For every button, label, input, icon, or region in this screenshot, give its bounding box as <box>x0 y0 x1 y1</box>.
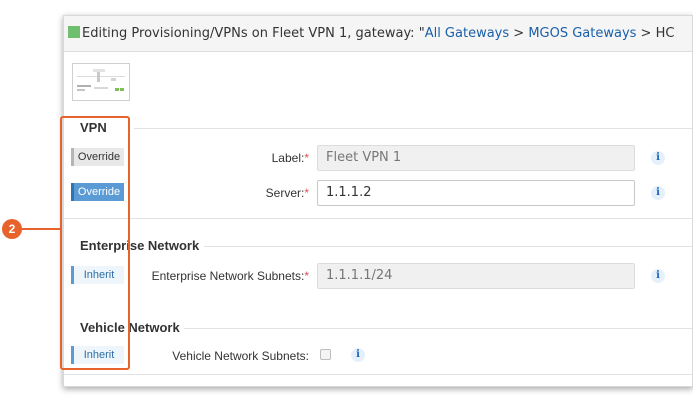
server-input[interactable]: 1.1.1.2 <box>317 180 635 206</box>
breadcrumb-mgos-gateways[interactable]: MGOS Gateways <box>528 26 636 41</box>
enterprise-subnets-label: Enterprise Network Subnets:* <box>124 269 309 283</box>
label-input[interactable]: Fleet VPN 1 <box>317 145 635 171</box>
label-field-label: Label:* <box>214 151 309 165</box>
row-divider <box>64 374 692 375</box>
enterprise-subnets-label-text: Enterprise Network Subnets: <box>151 269 305 283</box>
label-field-label-text: Label: <box>271 151 305 165</box>
vehicle-subnets-label: Vehicle Network Subnets: <box>172 349 309 363</box>
title-prefix: Editing Provisioning/VPNs on Fleet VPN 1… <box>82 26 425 41</box>
required-mark: * <box>304 151 309 165</box>
required-mark: * <box>304 269 309 283</box>
vehicle-subnets-checkbox[interactable] <box>320 349 331 360</box>
title-bar: Editing Provisioning/VPNs on Fleet VPN 1… <box>64 16 692 52</box>
required-mark: * <box>304 186 309 200</box>
status-square-icon <box>68 26 80 38</box>
enterprise-subnets-input[interactable]: 1.1.1.1/24 <box>317 263 635 289</box>
breadcrumb-separator: > <box>509 26 529 41</box>
editor-panel: Editing Provisioning/VPNs on Fleet VPN 1… <box>63 15 693 387</box>
info-icon[interactable]: i <box>651 151 665 165</box>
info-icon[interactable]: i <box>351 348 365 362</box>
info-icon[interactable]: i <box>651 269 665 283</box>
server-field-label: Server:* <box>214 186 309 200</box>
info-icon[interactable]: i <box>651 186 665 200</box>
enterprise-section-rule <box>204 246 692 247</box>
callout-number-badge: 2 <box>2 219 22 239</box>
callout-highlight-box <box>60 116 130 370</box>
vehicle-section-rule <box>184 328 692 329</box>
vpn-section-rule <box>134 128 692 129</box>
row-divider <box>64 218 692 219</box>
breadcrumb-all-gateways[interactable]: All Gateways <box>425 26 509 41</box>
breadcrumb-tail: > HC <box>636 26 675 41</box>
callout-connector <box>20 228 60 230</box>
gateway-thumbnail[interactable] <box>72 63 130 101</box>
server-field-label-text: Server: <box>265 186 305 200</box>
